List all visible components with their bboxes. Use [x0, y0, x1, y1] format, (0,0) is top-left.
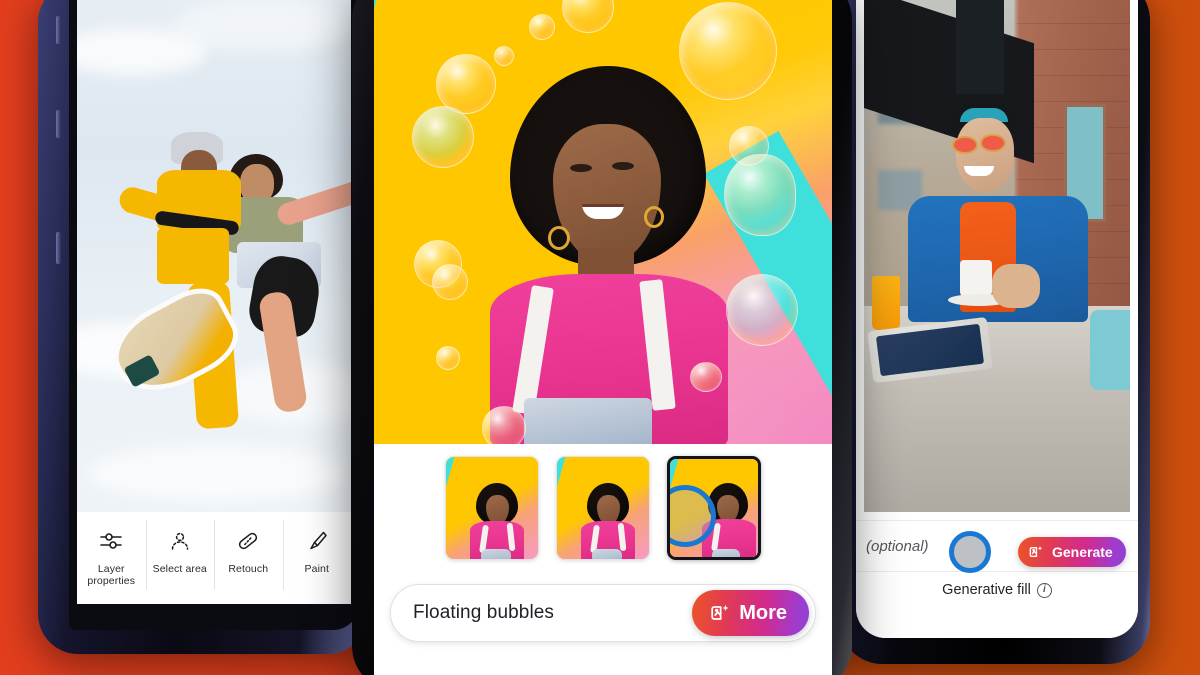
subject-overall-bib: [524, 398, 652, 444]
retouch-bandage-icon: [236, 528, 260, 554]
volume-down-button[interactable]: [56, 110, 61, 138]
select-subject-icon: [168, 528, 192, 554]
orange-juice-glass: [872, 276, 900, 330]
subject-face: [956, 118, 1014, 192]
person-a-shorts: [157, 228, 229, 284]
bubble: [724, 154, 796, 236]
list-item[interactable]: [445, 456, 539, 560]
toolbar-item-select-area[interactable]: Select area: [145, 512, 215, 604]
more-button-label: More: [739, 601, 787, 624]
center-phone-screen: Floating bubbles More: [374, 0, 832, 675]
subject-eye-left: [570, 164, 592, 172]
subject-hand: [992, 264, 1040, 308]
generate-button-label: Generate: [1052, 544, 1113, 560]
bubble: [690, 362, 722, 392]
right-phone-controls: (optional) Generate Generative fill i: [856, 512, 1138, 638]
left-phone-device: Layer properties Select area Retouch Pai…: [38, 0, 368, 654]
right-phone-device: (optional) Generate Generative fill i: [840, 0, 1150, 664]
center-photo-canvas[interactable]: [374, 0, 832, 444]
volume-up-button[interactable]: [56, 16, 61, 44]
sliders-icon: [99, 528, 123, 554]
prompt-input[interactable]: Floating bubbles: [413, 602, 692, 624]
person-b-arm: [274, 178, 351, 228]
screenshot-root: Layer properties Select area Retouch Pai…: [0, 0, 1200, 675]
variant-thumbnail-strip: [374, 444, 832, 572]
prompt-row: (optional) Generate: [856, 520, 1138, 573]
subject-earring: [548, 226, 570, 250]
bubble: [436, 54, 496, 114]
left-phone-toolbar: Layer properties Select area Retouch Pai…: [77, 512, 351, 604]
generative-sparkle-icon: [1028, 544, 1044, 560]
generative-fill-footer: Generative fill i: [856, 582, 1138, 598]
generative-sparkle-icon: [709, 602, 731, 624]
center-phone-device: Floating bubbles More: [352, 0, 852, 675]
left-photo-canvas[interactable]: [77, 0, 351, 512]
brush-size-dot[interactable]: [949, 531, 991, 573]
left-phone-screen: Layer properties Select area Retouch Pai…: [69, 0, 359, 630]
subject-eye-right: [612, 162, 634, 170]
toolbar-label: Layer properties: [87, 563, 136, 588]
bubble: [679, 2, 777, 100]
prompt-area: Floating bubbles More: [374, 572, 832, 675]
subject-sunglasses-left: [952, 136, 978, 154]
info-icon[interactable]: i: [1036, 582, 1052, 598]
bubble: [529, 14, 555, 40]
subject-sunglasses-right: [980, 134, 1006, 152]
more-button[interactable]: More: [692, 590, 809, 636]
bubble: [436, 346, 460, 370]
dark-window: [956, 0, 1004, 94]
toolbar-label: Paint: [304, 563, 329, 575]
list-item[interactable]: [667, 456, 761, 560]
paintbrush-icon: [305, 528, 329, 554]
toolbar-item-paint[interactable]: Paint: [282, 512, 352, 604]
right-photo-canvas[interactable]: [864, 0, 1130, 512]
list-item[interactable]: [556, 456, 650, 560]
prompt-placeholder[interactable]: (optional): [866, 538, 929, 555]
espresso-cup: [960, 260, 992, 298]
generate-button[interactable]: Generate: [1018, 537, 1126, 567]
bubble: [432, 264, 468, 300]
bubble: [494, 46, 514, 66]
right-phone-screen: (optional) Generate Generative fill i: [856, 0, 1138, 638]
prompt-input-bar[interactable]: Floating bubbles More: [390, 584, 816, 642]
bubble: [412, 106, 474, 168]
toolbar-item-layer-properties[interactable]: Layer properties: [77, 512, 146, 604]
generative-fill-label: Generative fill: [942, 582, 1031, 598]
thumbnail-art: [557, 457, 649, 559]
subject-earring-2: [644, 206, 664, 228]
chair-cushion: [1090, 310, 1130, 390]
toolbar-item-retouch[interactable]: Retouch: [214, 512, 283, 604]
thumbnail-art: [446, 457, 538, 559]
toolbar-label: Retouch: [228, 563, 269, 575]
bubble: [726, 274, 798, 346]
power-button[interactable]: [56, 232, 61, 264]
bubble: [482, 406, 526, 444]
toolbar-label: Select area: [152, 563, 207, 575]
